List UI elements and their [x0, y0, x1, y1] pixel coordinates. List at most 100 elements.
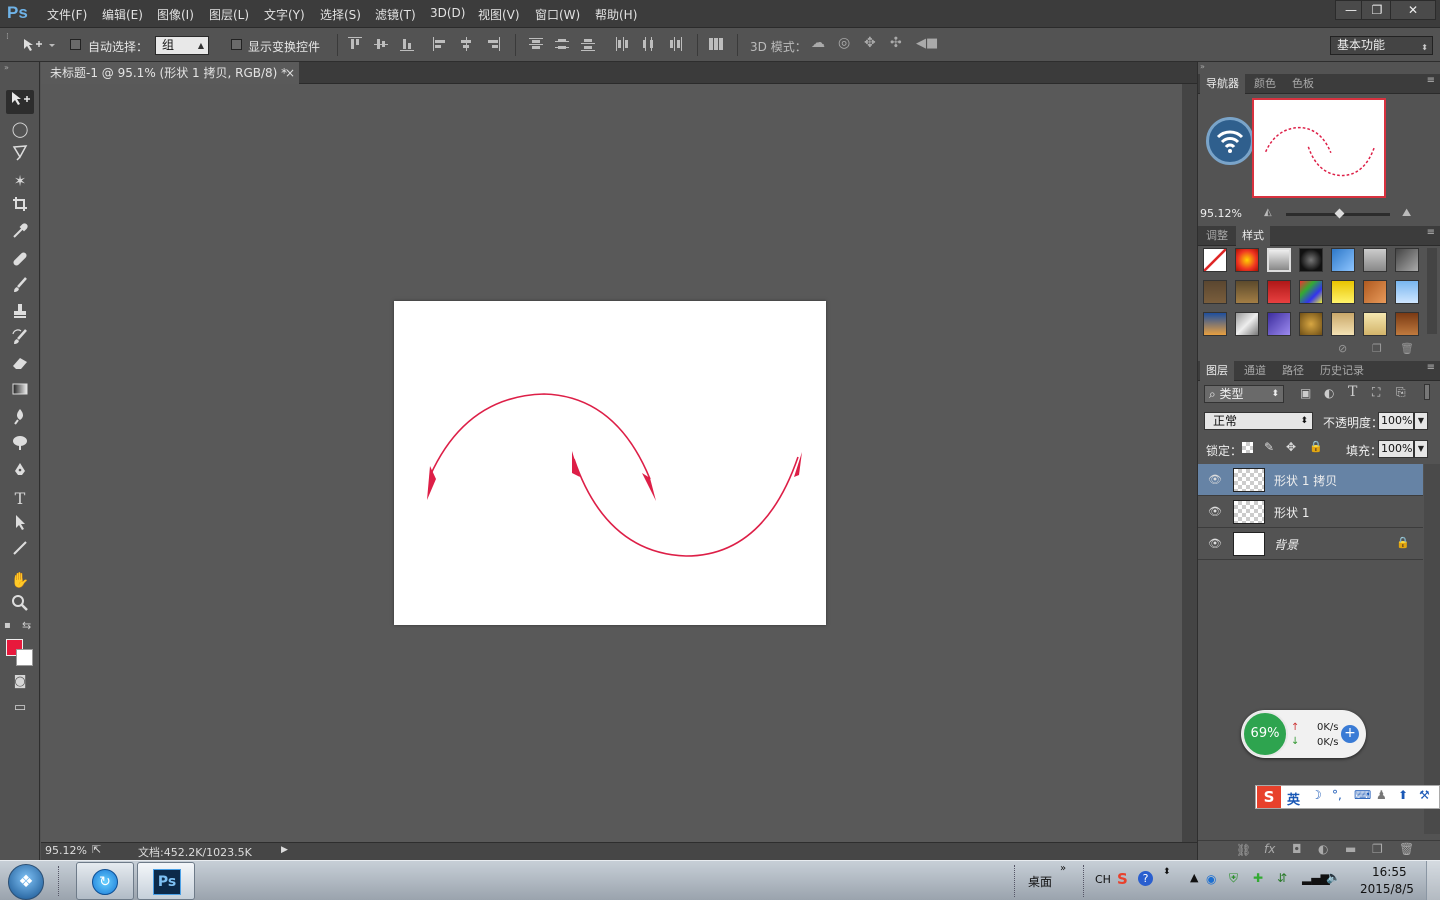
tab-layers[interactable]: 图层 — [1200, 361, 1234, 381]
menu-help[interactable]: 帮助(H) — [595, 6, 637, 23]
menu-3d[interactable]: 3D(D) — [430, 6, 465, 20]
styles-scrollbar[interactable] — [1427, 248, 1437, 334]
lock-all-icon[interactable]: 🔒 — [1309, 440, 1323, 453]
3d-slide-icon[interactable]: ✣ — [890, 35, 902, 51]
clear-style-icon[interactable]: ⊘ — [1338, 342, 1347, 355]
style-swatch[interactable] — [1267, 312, 1291, 336]
help-icon[interactable]: ? — [1138, 871, 1153, 886]
lock-transparency-icon[interactable] — [1242, 442, 1253, 453]
restore-button[interactable]: ❐ — [1361, 0, 1393, 20]
antivirus-icon[interactable]: ✚ — [1253, 871, 1263, 885]
style-swatch[interactable] — [1299, 312, 1323, 336]
visibility-eye-icon[interactable]: 👁 — [1208, 505, 1222, 518]
filter-toggle[interactable] — [1424, 384, 1430, 400]
align-hcenter-icon[interactable] — [459, 37, 473, 51]
menu-select[interactable]: 选择(S) — [320, 6, 361, 23]
taskbar-browser-button[interactable]: ↻ — [76, 862, 134, 900]
tray-expand-icon[interactable]: ▲ — [1190, 871, 1198, 884]
elliptical-marquee-icon[interactable]: ◯ — [6, 117, 34, 141]
distribute-left-icon[interactable] — [615, 37, 629, 51]
style-swatch[interactable] — [1363, 312, 1387, 336]
keyboard-icon[interactable]: ⌨ — [1354, 788, 1371, 802]
style-swatch[interactable] — [1267, 280, 1291, 304]
menu-file[interactable]: 文件(F) — [47, 6, 87, 23]
auto-select-dropdown[interactable]: 组 ▲ — [155, 36, 209, 55]
filter-pixel-icon[interactable]: ▣ — [1300, 386, 1311, 400]
magic-wand-icon[interactable]: ✶ — [6, 169, 34, 193]
adjustment-icon[interactable]: ◐ — [1318, 842, 1328, 856]
blur-icon[interactable] — [6, 407, 34, 431]
trash-icon[interactable]: 🗑 — [1399, 842, 1414, 856]
3d-scale-icon[interactable]: ◀■ — [916, 36, 938, 51]
filter-adjustment-icon[interactable]: ◐ — [1324, 386, 1334, 400]
hand-icon[interactable]: ✋ — [6, 568, 34, 592]
slider-thumb[interactable] — [1334, 208, 1345, 219]
style-swatch[interactable] — [1331, 312, 1355, 336]
history-brush-icon[interactable] — [6, 328, 34, 352]
expand-chevron-icon[interactable]: » — [1060, 863, 1066, 874]
style-swatch[interactable] — [1363, 248, 1387, 272]
tab-paths[interactable]: 路径 — [1276, 361, 1310, 381]
menu-window[interactable]: 窗口(W) — [535, 6, 580, 23]
style-swatch[interactable] — [1363, 280, 1387, 304]
auto-align-icon[interactable] — [709, 37, 723, 51]
tab-color[interactable]: 颜色 — [1248, 74, 1282, 94]
network-monitor-widget[interactable]: 69% ↑ ↓ 0K/s 0K/s + — [1241, 710, 1366, 758]
clock-time[interactable]: 16:55 — [1372, 865, 1407, 879]
wifi-icon[interactable] — [1206, 117, 1254, 165]
delete-style-icon[interactable]: 🗑 — [1400, 342, 1414, 355]
menu-edit[interactable]: 编辑(E) — [102, 6, 143, 23]
visibility-eye-icon[interactable]: 👁 — [1208, 473, 1222, 486]
style-swatch[interactable] — [1299, 280, 1323, 304]
3d-roll-icon[interactable]: ◎ — [838, 35, 850, 51]
collapse-icon[interactable]: » — [4, 63, 9, 72]
lock-position-icon[interactable]: ✥ — [1286, 440, 1296, 454]
panel-menu-icon[interactable]: ≡ — [1427, 75, 1435, 86]
new-style-icon[interactable]: ❐ — [1372, 342, 1382, 355]
user-icon[interactable]: ♟ — [1376, 788, 1387, 802]
layer-row[interactable]: 👁 形状 1 — [1198, 496, 1423, 528]
dodge-icon[interactable] — [6, 433, 34, 457]
pen-icon[interactable] — [6, 461, 34, 485]
zoom-icon[interactable] — [6, 594, 34, 618]
network-tray-icon[interactable]: ⇵ — [1277, 871, 1287, 885]
align-top-icon[interactable] — [348, 37, 362, 51]
align-bottom-icon[interactable] — [400, 37, 414, 51]
clone-stamp-icon[interactable] — [6, 302, 34, 326]
taskbar-photoshop-button[interactable]: Ps — [137, 862, 195, 900]
ime-lang-toggle[interactable]: 英 — [1287, 789, 1300, 808]
menu-layer[interactable]: 图层(L) — [209, 6, 249, 23]
distribute-bottom-icon[interactable] — [581, 37, 595, 51]
opacity-input[interactable]: 100% — [1378, 412, 1414, 430]
default-colors-icon[interactable]: ▪ — [4, 620, 11, 631]
fill-dropdown-icon[interactable]: ▼ — [1414, 440, 1428, 458]
style-swatch[interactable] — [1331, 280, 1355, 304]
menu-filter[interactable]: 滤镜(T) — [375, 6, 416, 23]
workspace-dropdown[interactable]: 基本功能 ⬍ — [1330, 36, 1433, 55]
tab-adjustments[interactable]: 调整 — [1200, 226, 1234, 246]
style-swatch[interactable] — [1331, 248, 1355, 272]
lasso-icon[interactable] — [6, 143, 34, 167]
style-swatch[interactable] — [1395, 248, 1419, 272]
close-window-button[interactable]: ✕ — [1390, 0, 1436, 20]
show-desktop-button[interactable] — [1426, 861, 1440, 900]
navigator-zoom-value[interactable]: 95.12% — [1200, 207, 1242, 220]
link-icon[interactable]: ⛓ — [1236, 843, 1251, 857]
style-swatch[interactable] — [1235, 312, 1259, 336]
layer-row[interactable]: 👁 背景 🔒 — [1198, 528, 1423, 560]
style-swatch[interactable] — [1299, 248, 1323, 272]
zoom-in-icon[interactable]: ⛰ — [1402, 206, 1411, 220]
layer-filter-dropdown[interactable]: ⌕ 类型 ⬍ — [1204, 385, 1284, 403]
punctuation-icon[interactable]: °, — [1332, 788, 1342, 802]
mask-icon[interactable]: ◘ — [1292, 842, 1302, 856]
tab-swatches[interactable]: 色板 — [1286, 74, 1320, 94]
export-icon[interactable]: ⇱ — [92, 843, 101, 856]
desktop-toolbar-label[interactable]: 桌面 — [1028, 873, 1052, 890]
blend-mode-dropdown[interactable]: 正常 ⬍ — [1204, 412, 1313, 430]
distribute-hcenter-icon[interactable] — [641, 37, 655, 51]
style-swatch[interactable] — [1267, 248, 1291, 272]
align-vcenter-icon[interactable] — [374, 37, 388, 51]
layer-row[interactable]: 👁 形状 1 拷贝 — [1198, 464, 1423, 496]
visibility-eye-icon[interactable]: 👁 — [1208, 537, 1222, 550]
lock-pixels-icon[interactable]: ✎ — [1264, 440, 1274, 454]
